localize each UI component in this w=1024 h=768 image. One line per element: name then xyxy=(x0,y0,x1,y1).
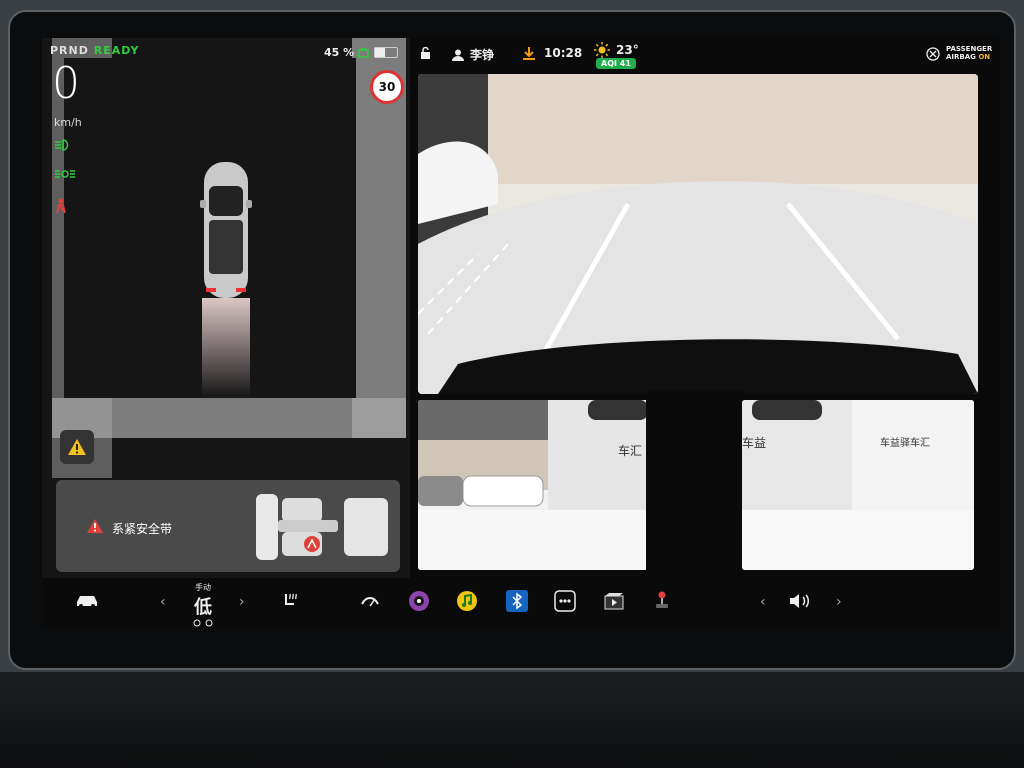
top-status-bar: 李铮 10:28 23° AQI 41 PASSENGER AIRBAG ON xyxy=(412,38,1000,70)
passenger-airbag-status: PASSENGER AIRBAG ON xyxy=(926,45,992,61)
gear-letters: PRND xyxy=(50,44,89,57)
aqi-badge: AQI 41 xyxy=(596,58,636,69)
speed-value: 0 xyxy=(52,58,80,109)
right-repeater-camera[interactable]: 车益 车益驿车汇 xyxy=(742,400,974,570)
speed-limit-sign: 30 xyxy=(370,70,404,104)
camera-divider xyxy=(646,390,744,570)
user-icon xyxy=(452,49,464,61)
music-icon[interactable] xyxy=(456,590,478,612)
battery-icon xyxy=(374,47,399,58)
speed-unit: km/h xyxy=(54,116,82,129)
weather-widget[interactable]: 23° xyxy=(594,42,639,58)
more-apps-icon[interactable] xyxy=(554,590,576,612)
headlight-beam xyxy=(202,298,250,398)
driver-name: 李铮 xyxy=(470,48,495,62)
seat-occupancy-icon xyxy=(256,494,388,560)
dashboard-below xyxy=(0,672,1024,768)
battery-percent: 45 % xyxy=(324,46,355,59)
hazard-button[interactable] xyxy=(60,430,94,464)
clock-time: 10:28 xyxy=(544,46,583,60)
gear-indicator: PRND READY xyxy=(50,44,140,57)
fan-control[interactable]: 手动 低 xyxy=(192,582,214,627)
seatbelt-alert-card[interactable]: 系紧安全带 xyxy=(56,480,400,572)
parking-lights-icon xyxy=(54,168,76,184)
rear-camera-scene xyxy=(418,74,978,394)
sun-icon xyxy=(594,42,610,58)
road-bottom xyxy=(52,398,406,438)
wiper-icon[interactable] xyxy=(360,594,380,608)
fan-icon xyxy=(193,619,213,627)
car-icon[interactable] xyxy=(74,592,100,608)
rear-camera-view[interactable] xyxy=(418,74,978,394)
right-wall-sign-left: 车益 xyxy=(742,436,767,450)
seatbelt-warning-icon xyxy=(54,198,68,218)
joystick-icon[interactable] xyxy=(654,590,670,610)
software-update[interactable]: 10:28 xyxy=(522,46,582,60)
vehicle-topview-icon xyxy=(200,162,252,298)
seat-heater-icon[interactable] xyxy=(282,592,300,610)
volume-icon[interactable] xyxy=(788,592,812,610)
airbag-icon xyxy=(926,47,940,61)
battery-fill xyxy=(375,48,386,57)
video-icon[interactable] xyxy=(604,592,624,610)
left-wall-sign: 车汇 xyxy=(618,444,643,458)
climate-mode-label: 手动 xyxy=(195,583,211,592)
driving-visualization: PRND READY 45 % 0 km/h 30 系紧安全带 xyxy=(42,38,410,578)
chevron-right-icon[interactable]: › xyxy=(239,594,245,610)
low-beam-icon xyxy=(54,138,72,156)
volume-chevron-right-icon[interactable]: › xyxy=(836,594,842,610)
ready-label: READY xyxy=(93,44,140,57)
left-camera-scene xyxy=(418,400,648,570)
bottom-dock: ‹ 手动 低 › ‹ › xyxy=(42,578,1000,628)
warning-triangle-icon xyxy=(68,439,86,455)
battery-status[interactable]: 45 % xyxy=(324,46,399,59)
chevron-left-icon[interactable]: ‹ xyxy=(160,594,166,610)
download-icon xyxy=(523,47,535,60)
touchscreen: PRND READY 45 % 0 km/h 30 系紧安全带 李铮 10:28… xyxy=(42,38,1000,628)
temperature: 23° xyxy=(616,43,639,57)
driver-profile[interactable]: 李铮 xyxy=(452,46,494,63)
alert-triangle-icon xyxy=(87,519,103,533)
alert-message: 系紧安全带 xyxy=(112,522,173,536)
volume-chevron-left-icon[interactable]: ‹ xyxy=(760,594,766,610)
bluetooth-icon[interactable] xyxy=(506,590,528,612)
lock-icon[interactable] xyxy=(420,46,431,62)
charge-icon xyxy=(358,47,369,58)
left-repeater-camera[interactable]: 车汇 xyxy=(418,400,648,570)
fan-level: 低 xyxy=(194,597,212,618)
right-wall-sign: 车益驿车汇 xyxy=(880,438,930,449)
media-icon[interactable] xyxy=(408,590,430,612)
airbag-label-2: AIRBAG xyxy=(946,52,976,61)
airbag-text: PASSENGER AIRBAG ON xyxy=(946,45,992,61)
airbag-state: ON xyxy=(978,52,991,61)
right-camera-scene xyxy=(742,400,974,570)
